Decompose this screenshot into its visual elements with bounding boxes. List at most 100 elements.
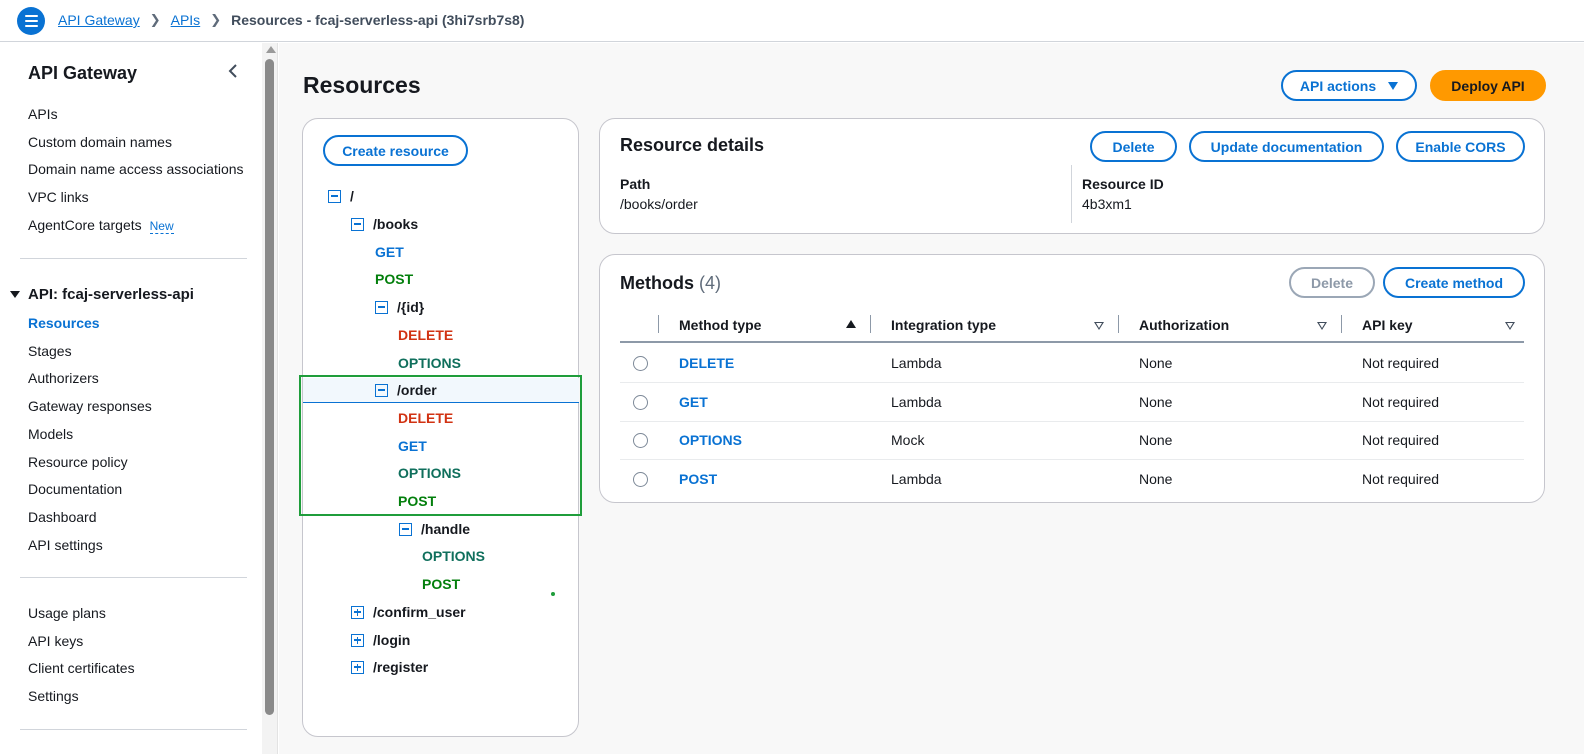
column-header-authorization[interactable]: Authorization (1139, 317, 1229, 333)
page-title: Resources (303, 72, 421, 98)
method-link-delete[interactable]: DELETE (679, 355, 734, 371)
collapse-icon[interactable] (328, 189, 341, 203)
sidebar-item-apis[interactable]: APIs (28, 106, 58, 122)
sidebar-title: API Gateway (28, 63, 138, 83)
sidebar-section-title: API: fcaj-serverless-api (28, 286, 194, 303)
sidebar-item-resources[interactable]: Resources (28, 315, 100, 331)
expand-icon[interactable] (351, 660, 364, 674)
tree-method-delete[interactable]: DELETE (398, 327, 453, 343)
collapse-icon[interactable] (399, 522, 412, 536)
api-key-cell: Not required (1362, 471, 1440, 487)
chevron-left-icon[interactable] (226, 63, 240, 79)
row-select-radio[interactable] (633, 433, 648, 448)
update-documentation-button[interactable]: Update documentation (1189, 131, 1384, 162)
sort-icon[interactable] (1317, 322, 1327, 330)
sidebar-item-agentcore-targets[interactable]: AgentCore targets New (28, 217, 174, 234)
column-header-method-type[interactable]: Method type (679, 317, 761, 333)
sidebar-item-label: AgentCore targets (28, 217, 142, 233)
deploy-api-button[interactable]: Deploy API (1430, 70, 1546, 101)
chevron-right-icon: ❯ (210, 12, 222, 27)
sort-icon[interactable] (1505, 322, 1515, 330)
sidebar-item-documentation[interactable]: Documentation (28, 481, 122, 497)
sidebar-item-stages[interactable]: Stages (28, 343, 72, 359)
tree-node-id[interactable]: /{id} (375, 299, 424, 315)
sidebar-item-vpc-links[interactable]: VPC links (28, 189, 89, 205)
methods-title-text: Methods (620, 273, 694, 293)
expand-icon[interactable] (351, 605, 364, 619)
delete-resource-button[interactable]: Delete (1090, 131, 1177, 162)
column-header-integration-type[interactable]: Integration type (891, 317, 996, 333)
column-separator (1341, 315, 1342, 333)
column-header-api-key[interactable]: API key (1362, 317, 1413, 333)
tree-method-options[interactable]: OPTIONS (398, 355, 461, 371)
tree-node-root[interactable]: / (328, 188, 354, 204)
sidebar-section-api[interactable]: API: fcaj-serverless-api (10, 286, 194, 303)
sidebar-item-authorizers[interactable]: Authorizers (28, 370, 99, 386)
sidebar-item-dashboard[interactable]: Dashboard (28, 509, 97, 525)
breadcrumb: API Gateway ❯ APIs ❯ Resources - fcaj-se… (58, 12, 524, 28)
tree-method-delete[interactable]: DELETE (398, 410, 453, 426)
method-link-post[interactable]: POST (679, 471, 717, 487)
row-select-radio[interactable] (633, 356, 648, 371)
row-select-radio[interactable] (633, 395, 648, 410)
breadcrumb-api-gateway[interactable]: API Gateway (58, 12, 140, 28)
api-actions-dropdown[interactable]: API actions (1281, 70, 1417, 101)
sidebar-item-api-settings[interactable]: API settings (28, 537, 103, 553)
tree-method-post[interactable]: POST (398, 493, 436, 509)
tree-node-label: /login (373, 632, 411, 648)
column-separator (658, 315, 659, 333)
sort-ascending-icon[interactable] (846, 320, 856, 328)
sidebar-item-gateway-responses[interactable]: Gateway responses (28, 398, 152, 414)
tree-method-options[interactable]: OPTIONS (398, 465, 461, 481)
integration-cell: Mock (891, 432, 925, 448)
sidebar-item-usage-plans[interactable]: Usage plans (28, 605, 106, 621)
tree-node-order[interactable]: /order (375, 382, 437, 398)
tree-method-post[interactable]: POST (375, 271, 413, 287)
cursor-dot (551, 592, 555, 596)
menu-icon[interactable] (17, 7, 45, 35)
tree-method-options[interactable]: OPTIONS (422, 548, 485, 564)
tree-node-confirm-user[interactable]: /confirm_user (351, 604, 466, 620)
divider (20, 258, 247, 259)
sidebar-item-api-keys[interactable]: API keys (28, 633, 83, 649)
create-resource-button[interactable]: Create resource (323, 135, 468, 166)
method-link-get[interactable]: GET (679, 394, 708, 410)
row-divider (620, 459, 1524, 460)
sidebar-item-domain-name-access-associations[interactable]: Domain name access associations (28, 161, 244, 177)
scrollbar-thumb[interactable] (265, 59, 274, 715)
sidebar-item-models[interactable]: Models (28, 426, 73, 442)
sidebar-item-client-certificates[interactable]: Client certificates (28, 660, 135, 676)
collapse-icon[interactable] (375, 383, 388, 397)
enable-cors-button[interactable]: Enable CORS (1396, 131, 1525, 162)
sidebar-item-resource-policy[interactable]: Resource policy (28, 454, 128, 470)
tree-method-get[interactable]: GET (398, 438, 427, 454)
row-select-radio[interactable] (633, 472, 648, 487)
sort-icon[interactable] (1094, 322, 1104, 330)
tree-method-post[interactable]: POST (422, 576, 460, 592)
tree-node-register[interactable]: /register (351, 659, 428, 675)
tree-node-label: /books (373, 216, 419, 232)
create-method-button[interactable]: Create method (1383, 267, 1525, 298)
scroll-up-arrow-icon[interactable] (266, 46, 276, 53)
breadcrumb-apis[interactable]: APIs (171, 12, 201, 28)
api-key-cell: Not required (1362, 355, 1440, 371)
tree-node-handle[interactable]: /handle (399, 521, 470, 537)
sidebar-item-settings[interactable]: Settings (28, 688, 79, 704)
collapse-icon[interactable] (375, 300, 388, 314)
sidebar-item-custom-domain-names[interactable]: Custom domain names (28, 134, 172, 150)
collapse-icon[interactable] (351, 217, 364, 231)
tree-method-get[interactable]: GET (375, 244, 404, 260)
authorization-cell: None (1139, 471, 1173, 487)
new-badge: New (149, 219, 174, 234)
tree-node-login[interactable]: /login (351, 632, 410, 648)
expand-icon[interactable] (351, 633, 364, 647)
authorization-cell: None (1139, 355, 1173, 371)
sidebar-scrollbar[interactable] (262, 43, 278, 754)
delete-method-button[interactable]: Delete (1289, 267, 1375, 298)
method-link-options[interactable]: OPTIONS (679, 432, 742, 448)
tree-node-books[interactable]: /books (351, 216, 418, 232)
tree-node-label: /handle (421, 521, 471, 537)
api-actions-label: API actions (1299, 77, 1377, 94)
resource-details-panel: Resource details Delete Update documenta… (599, 118, 1545, 234)
caret-down-icon (1388, 81, 1399, 90)
